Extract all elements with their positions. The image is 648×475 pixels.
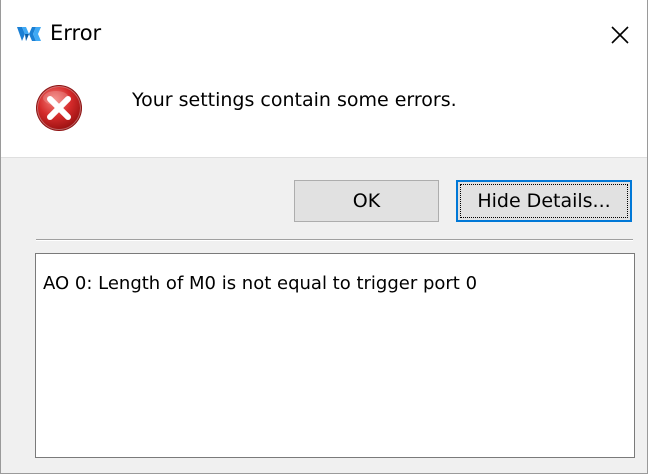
close-icon[interactable] [607,22,633,48]
error-dialog: Error Your settings contain some errors.… [0,0,648,474]
gowin-logo-icon [17,27,41,41]
details-textbox[interactable]: AO 0: Length of M0 is not equal to trigg… [35,253,635,458]
ok-button-label: OK [352,190,381,212]
error-icon [36,85,82,131]
details-text: AO 0: Length of M0 is not equal to trigg… [43,273,478,294]
window-title: Error [50,21,102,45]
ok-button[interactable]: OK [294,180,439,222]
hide-details-button[interactable]: Hide Details... [456,180,632,222]
hide-details-button-label: Hide Details... [477,190,611,212]
message-area: Your settings contain some errors. [1,64,647,158]
title-bar[interactable]: Error [1,0,647,64]
separator [36,239,633,241]
error-message: Your settings contain some errors. [132,89,457,111]
